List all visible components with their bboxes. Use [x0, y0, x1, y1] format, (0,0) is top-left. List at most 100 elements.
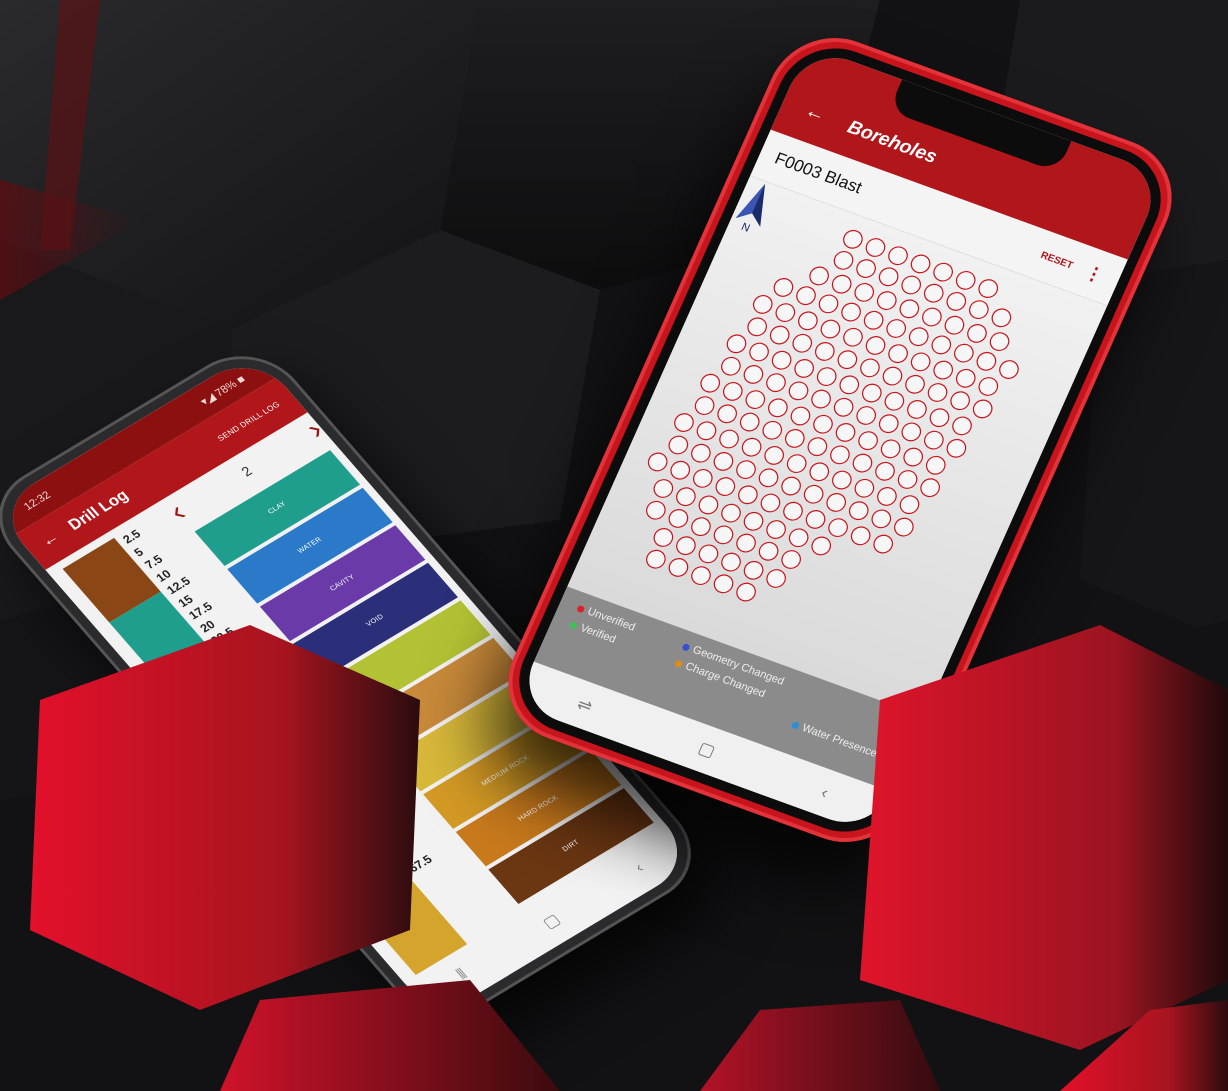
borehole-marker[interactable] — [741, 363, 765, 386]
borehole-marker[interactable] — [850, 452, 874, 475]
borehole-marker[interactable] — [734, 581, 758, 604]
borehole-marker[interactable] — [802, 483, 826, 506]
borehole-marker[interactable] — [849, 525, 873, 548]
borehole-marker[interactable] — [826, 516, 850, 539]
borehole-marker[interactable] — [734, 458, 758, 481]
borehole-marker[interactable] — [944, 437, 968, 460]
borehole-marker[interactable] — [908, 253, 932, 276]
borehole-marker[interactable] — [674, 485, 698, 508]
home-icon[interactable]: ▢ — [538, 910, 564, 933]
borehole-marker[interactable] — [922, 429, 946, 452]
borehole-marker[interactable] — [832, 396, 856, 419]
borehole-marker[interactable] — [944, 290, 968, 313]
borehole-marker[interactable] — [711, 524, 735, 547]
borehole-marker[interactable] — [719, 551, 743, 574]
borehole-marker[interactable] — [809, 535, 833, 558]
previous-page-icon[interactable]: ‹ — [162, 497, 193, 528]
borehole-marker[interactable] — [739, 436, 763, 459]
borehole-marker[interactable] — [854, 257, 878, 280]
borehole-marker[interactable] — [837, 374, 861, 397]
borehole-marker[interactable] — [892, 516, 916, 539]
borehole-marker[interactable] — [786, 380, 810, 403]
borehole-marker[interactable] — [787, 526, 811, 549]
borehole-marker[interactable] — [794, 284, 818, 307]
borehole-marker[interactable] — [689, 515, 713, 538]
borehole-marker[interactable] — [922, 282, 946, 305]
borehole-marker[interactable] — [779, 548, 803, 571]
borehole-marker[interactable] — [871, 533, 895, 556]
back-arrow-icon[interactable]: ← — [38, 529, 64, 551]
borehole-marker[interactable] — [831, 249, 855, 272]
borehole-marker[interactable] — [918, 476, 942, 499]
borehole-marker[interactable] — [734, 532, 758, 555]
borehole-marker[interactable] — [818, 318, 842, 341]
borehole-marker[interactable] — [856, 429, 880, 452]
borehole-marker[interactable] — [828, 444, 852, 467]
borehole-marker[interactable] — [769, 349, 793, 372]
borehole-marker[interactable] — [764, 371, 788, 394]
borehole-marker[interactable] — [860, 382, 884, 405]
next-page-icon[interactable]: › — [299, 414, 330, 445]
borehole-marker[interactable] — [997, 358, 1021, 381]
borehole-marker[interactable] — [974, 350, 998, 373]
borehole-marker[interactable] — [909, 351, 933, 374]
borehole-marker[interactable] — [989, 307, 1013, 330]
borehole-marker[interactable] — [858, 357, 882, 380]
borehole-marker[interactable] — [952, 342, 976, 365]
borehole-marker[interactable] — [987, 330, 1011, 353]
borehole-marker[interactable] — [711, 450, 735, 473]
borehole-marker[interactable] — [897, 297, 921, 320]
borehole-marker[interactable] — [905, 398, 929, 421]
borehole-marker[interactable] — [886, 342, 910, 365]
borehole-marker[interactable] — [965, 322, 989, 345]
borehole-marker[interactable] — [907, 325, 931, 348]
borehole-marker[interactable] — [897, 493, 921, 516]
borehole-marker[interactable] — [646, 451, 670, 474]
borehole-marker[interactable] — [873, 460, 897, 483]
borehole-marker[interactable] — [756, 467, 780, 490]
borehole-marker[interactable] — [741, 559, 765, 582]
borehole-marker[interactable] — [758, 492, 782, 515]
borehole-marker[interactable] — [762, 444, 786, 467]
borehole-marker[interactable] — [771, 276, 795, 299]
borehole-marker[interactable] — [672, 411, 696, 434]
borehole-marker[interactable] — [869, 508, 893, 531]
borehole-marker[interactable] — [879, 438, 903, 461]
borehole-marker[interactable] — [833, 421, 857, 444]
borehole-marker[interactable] — [736, 483, 760, 506]
borehole-marker[interactable] — [747, 341, 771, 364]
borehole-marker[interactable] — [841, 228, 865, 251]
borehole-marker[interactable] — [815, 365, 839, 388]
borehole-marker[interactable] — [830, 469, 854, 492]
borehole-marker[interactable] — [756, 540, 780, 563]
borehole-marker[interactable] — [745, 316, 769, 339]
borehole-marker[interactable] — [863, 236, 887, 259]
borehole-marker[interactable] — [852, 281, 876, 304]
borehole-marker[interactable] — [976, 277, 1000, 300]
borehole-marker[interactable] — [899, 274, 923, 297]
borehole-marker[interactable] — [764, 518, 788, 541]
borehole-marker[interactable] — [839, 301, 863, 324]
borehole-marker[interactable] — [805, 435, 829, 458]
borehole-marker[interactable] — [920, 306, 944, 329]
overflow-menu-icon[interactable]: ⋮ — [1081, 261, 1107, 286]
borehole-marker[interactable] — [790, 332, 814, 355]
reset-button[interactable]: RESET — [1039, 250, 1075, 271]
borehole-marker[interactable] — [862, 309, 886, 332]
borehole-marker[interactable] — [950, 415, 974, 438]
borehole-marker[interactable] — [816, 293, 840, 316]
borehole-marker[interactable] — [830, 273, 854, 296]
borehole-marker[interactable] — [877, 412, 901, 435]
borehole-marker[interactable] — [773, 301, 797, 324]
borehole-marker[interactable] — [666, 556, 690, 579]
borehole-marker[interactable] — [691, 467, 715, 490]
borehole-marker[interactable] — [713, 475, 737, 498]
borehole-marker[interactable] — [852, 477, 876, 500]
borehole-marker[interactable] — [743, 388, 767, 411]
borehole-marker[interactable] — [741, 510, 765, 533]
borehole-marker[interactable] — [880, 365, 904, 388]
borehole-marker[interactable] — [875, 485, 899, 508]
borehole-marker[interactable] — [764, 567, 788, 590]
borehole-marker[interactable] — [760, 419, 784, 442]
borehole-marker[interactable] — [948, 389, 972, 412]
